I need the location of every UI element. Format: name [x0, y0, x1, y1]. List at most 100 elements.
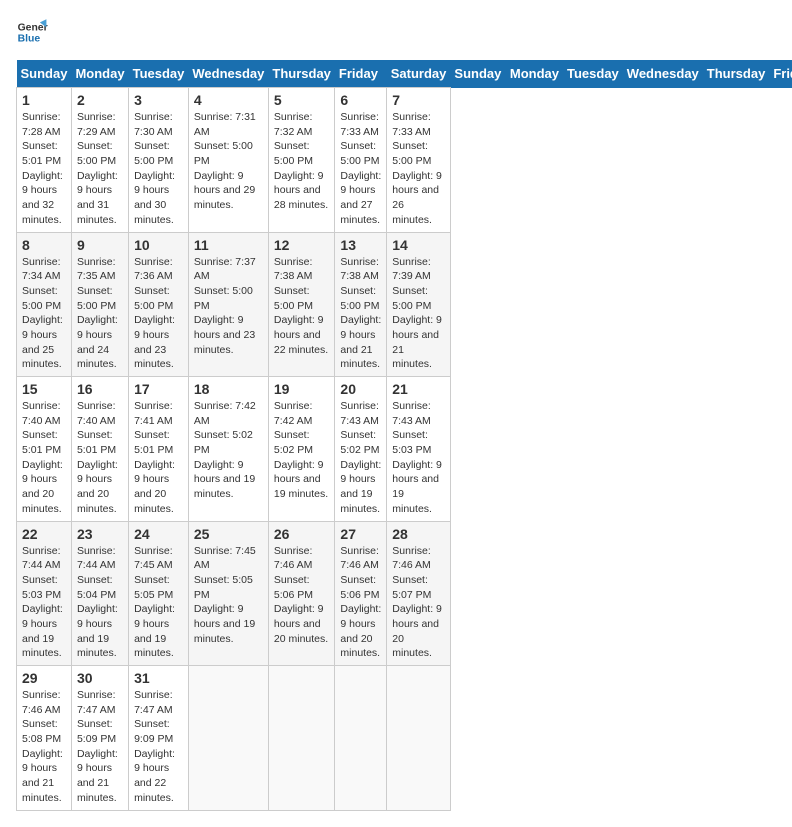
day-cell: 16 Sunrise: 7:40 AM Sunset: 5:01 PM Dayl…	[71, 377, 128, 522]
day-cell: 1 Sunrise: 7:28 AM Sunset: 5:01 PM Dayli…	[17, 88, 72, 233]
day-info: Sunrise: 7:30 AM Sunset: 5:00 PM Dayligh…	[134, 110, 183, 228]
day-cell	[188, 666, 268, 811]
day-cell: 19 Sunrise: 7:42 AM Sunset: 5:02 PM Dayl…	[268, 377, 335, 522]
page-header: General Blue	[16, 16, 776, 48]
day-cell: 18 Sunrise: 7:42 AM Sunset: 5:02 PM Dayl…	[188, 377, 268, 522]
calendar-table: SundayMondayTuesdayWednesdayThursdayFrid…	[16, 60, 792, 811]
day-cell: 26 Sunrise: 7:46 AM Sunset: 5:06 PM Dayl…	[268, 521, 335, 666]
day-number: 18	[194, 381, 263, 397]
logo-icon: General Blue	[16, 16, 48, 48]
day-cell: 3 Sunrise: 7:30 AM Sunset: 5:00 PM Dayli…	[129, 88, 189, 233]
day-info: Sunrise: 7:36 AM Sunset: 5:00 PM Dayligh…	[134, 255, 183, 373]
day-cell: 10 Sunrise: 7:36 AM Sunset: 5:00 PM Dayl…	[129, 232, 189, 377]
col-header-monday: Monday	[71, 60, 128, 88]
col-header-tuesday: Tuesday	[129, 60, 189, 88]
day-info: Sunrise: 7:38 AM Sunset: 5:00 PM Dayligh…	[340, 255, 381, 373]
day-number: 16	[77, 381, 123, 397]
col-header-friday: Friday	[769, 60, 792, 88]
day-cell: 28 Sunrise: 7:46 AM Sunset: 5:07 PM Dayl…	[387, 521, 451, 666]
day-number: 30	[77, 670, 123, 686]
day-cell: 12 Sunrise: 7:38 AM Sunset: 5:00 PM Dayl…	[268, 232, 335, 377]
day-cell	[268, 666, 335, 811]
day-cell: 22 Sunrise: 7:44 AM Sunset: 5:03 PM Dayl…	[17, 521, 72, 666]
day-info: Sunrise: 7:47 AM Sunset: 9:09 PM Dayligh…	[134, 688, 183, 806]
col-header-friday: Friday	[335, 60, 387, 88]
day-info: Sunrise: 7:33 AM Sunset: 5:00 PM Dayligh…	[340, 110, 381, 228]
col-header-wednesday: Wednesday	[623, 60, 703, 88]
day-number: 19	[274, 381, 330, 397]
col-header-monday: Monday	[506, 60, 563, 88]
day-number: 20	[340, 381, 381, 397]
day-number: 10	[134, 237, 183, 253]
day-info: Sunrise: 7:44 AM Sunset: 5:03 PM Dayligh…	[22, 544, 66, 662]
day-cell: 6 Sunrise: 7:33 AM Sunset: 5:00 PM Dayli…	[335, 88, 387, 233]
day-cell: 21 Sunrise: 7:43 AM Sunset: 5:03 PM Dayl…	[387, 377, 451, 522]
week-row-4: 22 Sunrise: 7:44 AM Sunset: 5:03 PM Dayl…	[17, 521, 792, 666]
day-info: Sunrise: 7:45 AM Sunset: 5:05 PM Dayligh…	[194, 544, 263, 647]
day-number: 5	[274, 92, 330, 108]
day-number: 4	[194, 92, 263, 108]
day-info: Sunrise: 7:40 AM Sunset: 5:01 PM Dayligh…	[22, 399, 66, 517]
day-cell: 17 Sunrise: 7:41 AM Sunset: 5:01 PM Dayl…	[129, 377, 189, 522]
day-cell	[387, 666, 451, 811]
day-info: Sunrise: 7:40 AM Sunset: 5:01 PM Dayligh…	[77, 399, 123, 517]
week-row-5: 29 Sunrise: 7:46 AM Sunset: 5:08 PM Dayl…	[17, 666, 792, 811]
day-number: 8	[22, 237, 66, 253]
col-header-saturday: Saturday	[387, 60, 451, 88]
day-number: 25	[194, 526, 263, 542]
day-info: Sunrise: 7:42 AM Sunset: 5:02 PM Dayligh…	[194, 399, 263, 502]
day-number: 7	[392, 92, 445, 108]
day-cell: 9 Sunrise: 7:35 AM Sunset: 5:00 PM Dayli…	[71, 232, 128, 377]
day-cell: 30 Sunrise: 7:47 AM Sunset: 5:09 PM Dayl…	[71, 666, 128, 811]
week-row-2: 8 Sunrise: 7:34 AM Sunset: 5:00 PM Dayli…	[17, 232, 792, 377]
day-cell: 20 Sunrise: 7:43 AM Sunset: 5:02 PM Dayl…	[335, 377, 387, 522]
day-cell: 14 Sunrise: 7:39 AM Sunset: 5:00 PM Dayl…	[387, 232, 451, 377]
day-number: 26	[274, 526, 330, 542]
day-number: 24	[134, 526, 183, 542]
day-number: 22	[22, 526, 66, 542]
day-info: Sunrise: 7:46 AM Sunset: 5:06 PM Dayligh…	[340, 544, 381, 662]
day-number: 21	[392, 381, 445, 397]
col-header-wednesday: Wednesday	[188, 60, 268, 88]
day-number: 27	[340, 526, 381, 542]
day-info: Sunrise: 7:34 AM Sunset: 5:00 PM Dayligh…	[22, 255, 66, 373]
day-number: 6	[340, 92, 381, 108]
week-row-3: 15 Sunrise: 7:40 AM Sunset: 5:01 PM Dayl…	[17, 377, 792, 522]
day-cell: 7 Sunrise: 7:33 AM Sunset: 5:00 PM Dayli…	[387, 88, 451, 233]
day-cell	[335, 666, 387, 811]
day-info: Sunrise: 7:46 AM Sunset: 5:08 PM Dayligh…	[22, 688, 66, 806]
col-header-thursday: Thursday	[268, 60, 335, 88]
day-info: Sunrise: 7:37 AM Sunset: 5:00 PM Dayligh…	[194, 255, 263, 358]
day-cell: 29 Sunrise: 7:46 AM Sunset: 5:08 PM Dayl…	[17, 666, 72, 811]
day-info: Sunrise: 7:46 AM Sunset: 5:07 PM Dayligh…	[392, 544, 445, 662]
day-info: Sunrise: 7:38 AM Sunset: 5:00 PM Dayligh…	[274, 255, 330, 358]
day-cell: 25 Sunrise: 7:45 AM Sunset: 5:05 PM Dayl…	[188, 521, 268, 666]
day-info: Sunrise: 7:31 AM Sunset: 5:00 PM Dayligh…	[194, 110, 263, 213]
day-number: 2	[77, 92, 123, 108]
day-number: 11	[194, 237, 263, 253]
day-number: 23	[77, 526, 123, 542]
col-header-tuesday: Tuesday	[563, 60, 623, 88]
day-info: Sunrise: 7:45 AM Sunset: 5:05 PM Dayligh…	[134, 544, 183, 662]
day-cell: 5 Sunrise: 7:32 AM Sunset: 5:00 PM Dayli…	[268, 88, 335, 233]
day-cell: 31 Sunrise: 7:47 AM Sunset: 9:09 PM Dayl…	[129, 666, 189, 811]
col-header-sunday: Sunday	[17, 60, 72, 88]
day-info: Sunrise: 7:28 AM Sunset: 5:01 PM Dayligh…	[22, 110, 66, 228]
day-number: 13	[340, 237, 381, 253]
day-info: Sunrise: 7:32 AM Sunset: 5:00 PM Dayligh…	[274, 110, 330, 213]
day-number: 17	[134, 381, 183, 397]
day-number: 28	[392, 526, 445, 542]
logo: General Blue	[16, 16, 48, 48]
day-number: 31	[134, 670, 183, 686]
day-info: Sunrise: 7:33 AM Sunset: 5:00 PM Dayligh…	[392, 110, 445, 228]
day-number: 9	[77, 237, 123, 253]
day-cell: 15 Sunrise: 7:40 AM Sunset: 5:01 PM Dayl…	[17, 377, 72, 522]
day-info: Sunrise: 7:42 AM Sunset: 5:02 PM Dayligh…	[274, 399, 330, 502]
day-cell: 23 Sunrise: 7:44 AM Sunset: 5:04 PM Dayl…	[71, 521, 128, 666]
day-cell: 2 Sunrise: 7:29 AM Sunset: 5:00 PM Dayli…	[71, 88, 128, 233]
day-cell: 11 Sunrise: 7:37 AM Sunset: 5:00 PM Dayl…	[188, 232, 268, 377]
day-number: 14	[392, 237, 445, 253]
day-info: Sunrise: 7:35 AM Sunset: 5:00 PM Dayligh…	[77, 255, 123, 373]
day-info: Sunrise: 7:41 AM Sunset: 5:01 PM Dayligh…	[134, 399, 183, 517]
day-cell: 13 Sunrise: 7:38 AM Sunset: 5:00 PM Dayl…	[335, 232, 387, 377]
